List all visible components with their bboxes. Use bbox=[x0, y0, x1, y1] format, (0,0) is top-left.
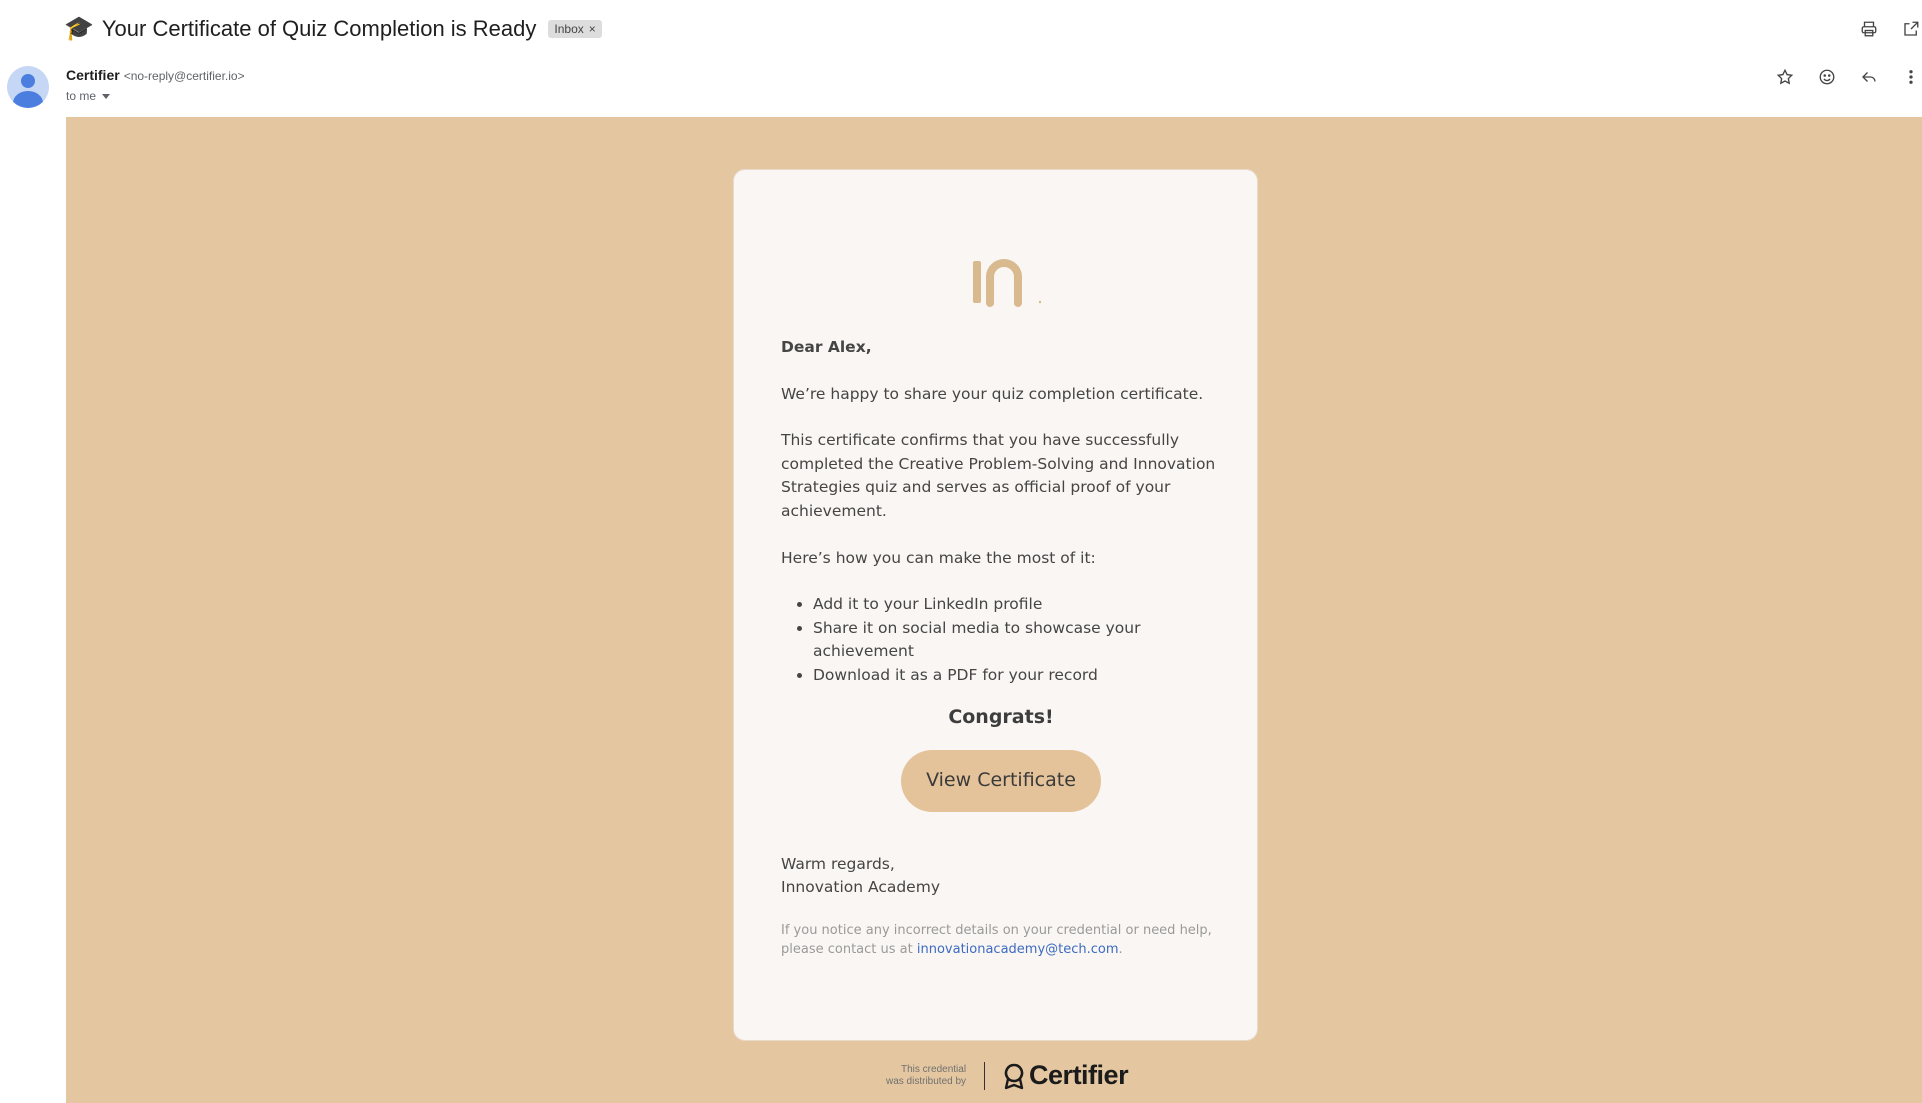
card-content: Dear Alex, We’re happy to share your qui… bbox=[781, 336, 1221, 959]
confirmation-paragraph: This certificate confirms that you have … bbox=[781, 431, 1216, 520]
print-icon[interactable] bbox=[1858, 18, 1880, 40]
congrats-heading: Congrats! bbox=[948, 705, 1054, 728]
list-item: Download it as a PDF for your record bbox=[813, 664, 1221, 688]
distributed-by-text: This credential was distributed by bbox=[886, 1064, 966, 1088]
distributed-line-2: was distributed by bbox=[886, 1075, 967, 1087]
certifier-badge-icon bbox=[1004, 1063, 1024, 1089]
list-item: Add it to your LinkedIn profile bbox=[813, 593, 1221, 617]
sender-info: Certifier <no-reply@certifier.io> bbox=[66, 67, 245, 83]
list-item: Share it on social media to showcase you… bbox=[813, 617, 1221, 664]
certificate-card: Dear Alex, We’re happy to share your qui… bbox=[733, 169, 1258, 1041]
intro-paragraph: We’re happy to share your quiz completio… bbox=[781, 384, 1204, 403]
view-certificate-button[interactable]: View Certificate bbox=[901, 750, 1101, 812]
sender-name[interactable]: Certifier bbox=[66, 67, 120, 83]
greeting: Dear Alex, bbox=[781, 338, 872, 356]
help-footer: If you notice any incorrect details on y… bbox=[781, 921, 1221, 959]
sender-email: <no-reply@certifier.io> bbox=[123, 69, 245, 83]
help-text-end: . bbox=[1118, 941, 1123, 957]
email-body: Dear Alex, We’re happy to share your qui… bbox=[66, 117, 1922, 1103]
star-icon[interactable] bbox=[1774, 66, 1796, 88]
divider bbox=[984, 1061, 986, 1090]
emoji-reaction-icon[interactable] bbox=[1816, 66, 1838, 88]
tips-list: Add it to your LinkedIn profile Share it… bbox=[781, 593, 1221, 687]
sender-actions bbox=[1774, 66, 1922, 88]
signoff: Warm regards, Innovation Academy bbox=[781, 853, 1221, 900]
more-vert-icon[interactable] bbox=[1900, 66, 1922, 88]
certifier-brand-logo[interactable]: Certifier bbox=[1003, 1060, 1129, 1091]
top-actions bbox=[1858, 18, 1922, 40]
open-in-new-window-icon[interactable] bbox=[1900, 18, 1922, 40]
distributed-line-1: This credential bbox=[901, 1063, 967, 1075]
distributed-by-footer: This credential was distributed by Certi… bbox=[886, 1060, 1129, 1091]
recipient-label: to me bbox=[66, 89, 97, 103]
signoff-organization: Innovation Academy bbox=[781, 878, 940, 897]
contact-email-link[interactable]: innovationacademy@tech.com bbox=[917, 942, 1119, 957]
certifier-brand-text: Certifier bbox=[1029, 1060, 1129, 1090]
recipient-details-toggle[interactable]: to me bbox=[66, 89, 111, 103]
signoff-line: Warm regards, bbox=[781, 854, 895, 873]
reply-icon[interactable] bbox=[1858, 66, 1880, 88]
graduation-cap-icon: 🎓 bbox=[64, 15, 94, 42]
inbox-label-text: Inbox bbox=[554, 22, 584, 36]
innovation-academy-logo bbox=[973, 259, 1042, 307]
email-subject: Your Certificate of Quiz Completion is R… bbox=[101, 16, 537, 41]
subject-row: 🎓 Your Certificate of Quiz Completion is… bbox=[64, 14, 602, 44]
howto-paragraph: Here’s how you can make the most of it: bbox=[781, 548, 1096, 567]
sender-avatar[interactable] bbox=[7, 66, 49, 108]
chevron-down-icon[interactable] bbox=[102, 93, 111, 99]
remove-label-icon[interactable]: × bbox=[589, 22, 596, 36]
inbox-label-chip[interactable]: Inbox × bbox=[548, 20, 602, 38]
